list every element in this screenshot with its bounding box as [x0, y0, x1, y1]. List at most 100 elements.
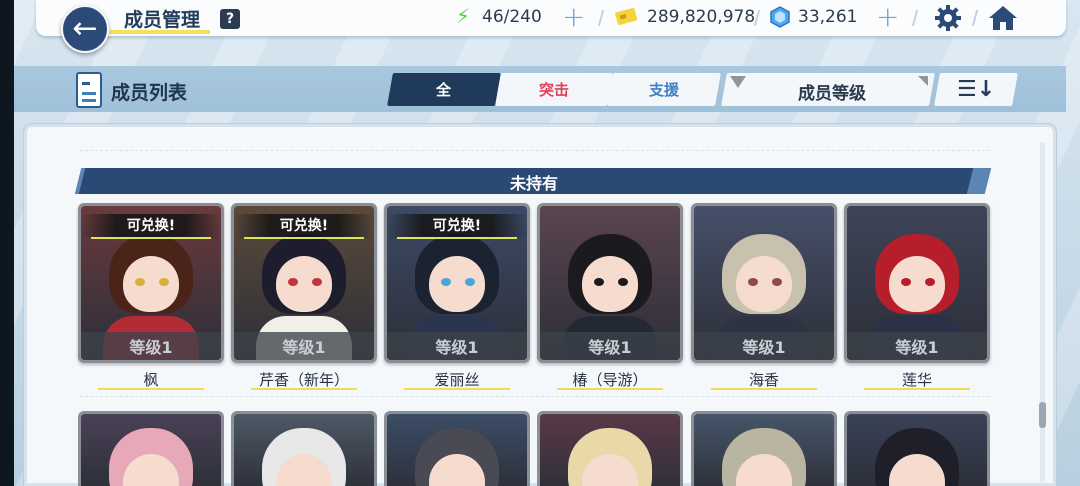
portrait-face — [736, 256, 792, 312]
portrait-eye — [901, 278, 911, 286]
student-level: 等级1 — [234, 332, 374, 360]
student-portrait-frame: 等级1 — [694, 206, 834, 360]
divider — [80, 396, 990, 397]
student-name: 爱丽丝 — [434, 371, 480, 389]
student-portrait-frame: 可兑换! 等级1 — [234, 206, 374, 360]
student-portrait-frame — [81, 414, 221, 486]
home-icon[interactable] — [988, 4, 1018, 38]
name-underline — [404, 388, 510, 390]
student-card[interactable]: 等级1 — [844, 203, 990, 363]
student-level: 等级1 — [81, 332, 221, 360]
student-portrait-frame — [234, 414, 374, 486]
student-card[interactable]: 等级1 — [691, 203, 837, 363]
student-card[interactable] — [384, 411, 530, 486]
exchangeable-badge: 可兑换! — [234, 214, 374, 238]
student-portrait — [694, 414, 834, 486]
name-underline — [711, 388, 817, 390]
list-title: 成员列表 — [111, 82, 188, 104]
student-card[interactable]: 可兑换! 等级1 — [78, 203, 224, 363]
student-name: 芹香（新年） — [258, 371, 349, 389]
student-portrait-frame — [694, 414, 834, 486]
student-name: 莲华 — [901, 371, 932, 389]
name-underline — [98, 388, 204, 390]
student-portrait-frame — [540, 414, 680, 486]
student-portrait — [234, 414, 374, 486]
tab-special[interactable]: 支援 — [607, 73, 721, 106]
portrait-eye — [594, 278, 604, 286]
page-title: 成员管理 — [124, 9, 201, 31]
member-list-icon — [76, 72, 102, 108]
arrow-left-icon: ← — [72, 11, 98, 46]
badge-underline — [244, 237, 364, 239]
student-portrait-frame: 等级1 — [847, 206, 987, 360]
portrait-eye — [465, 278, 475, 286]
stamina-value: 46/240 — [482, 7, 542, 27]
student-level: 等级1 — [387, 332, 527, 360]
exchangeable-badge: 可兑换! — [81, 214, 221, 238]
student-card[interactable] — [78, 411, 224, 486]
portrait-eye — [618, 278, 628, 286]
student-name: 椿（导游） — [572, 371, 648, 389]
section-label: 未持有 — [509, 174, 558, 193]
gear-icon[interactable] — [934, 4, 962, 38]
badge-underline — [397, 237, 517, 239]
portrait-face — [582, 256, 638, 312]
credit-icon — [614, 6, 638, 29]
student-card[interactable]: 可兑换! 等级1 — [384, 203, 530, 363]
scrollbar[interactable] — [1040, 142, 1045, 482]
portrait-face — [276, 256, 332, 312]
tab-striker[interactable]: 突击 — [495, 73, 613, 106]
screen-edge — [0, 0, 14, 486]
gem-icon — [770, 6, 790, 31]
name-underline — [251, 388, 357, 390]
badge-underline — [91, 237, 211, 239]
portrait-eye — [441, 278, 451, 286]
student-name: 海香 — [748, 371, 779, 389]
portrait-face — [123, 256, 179, 312]
portrait-eye — [748, 278, 758, 286]
student-portrait — [81, 414, 221, 486]
student-portrait-frame: 可兑换! 等级1 — [387, 206, 527, 360]
student-portrait-frame: 等级1 — [540, 206, 680, 360]
sort-order-button[interactable]: ☰↓ — [934, 73, 1018, 106]
tab-all[interactable]: 全 — [387, 73, 501, 106]
student-portrait — [540, 414, 680, 486]
student-name: 枫 — [143, 371, 159, 389]
student-level: 等级1 — [694, 332, 834, 360]
portrait-face — [429, 256, 485, 312]
lightning-icon: ⚡ — [456, 4, 471, 28]
divider — [80, 150, 990, 151]
portrait-eye — [159, 278, 169, 286]
add-gems-button[interactable]: + — [876, 2, 899, 32]
add-stamina-button[interactable]: + — [562, 2, 585, 32]
student-portrait — [847, 414, 987, 486]
sort-order-icon: ☰↓ — [956, 77, 996, 102]
portrait-face — [889, 256, 945, 312]
student-portrait — [387, 414, 527, 486]
sort-label[interactable]: 成员等级 — [724, 79, 940, 104]
student-level: 等级1 — [847, 332, 987, 360]
student-level: 等级1 — [540, 332, 680, 360]
portrait-eye — [288, 278, 298, 286]
student-card[interactable]: 可兑换! 等级1 — [231, 203, 377, 363]
portrait-eye — [135, 278, 145, 286]
student-portrait-frame — [847, 414, 987, 486]
credits-value: 289,820,978 — [647, 7, 756, 27]
student-card[interactable] — [691, 411, 837, 486]
portrait-eye — [772, 278, 782, 286]
help-button[interactable]: ? — [220, 9, 240, 29]
student-card[interactable] — [844, 411, 990, 486]
student-portrait-frame: 可兑换! 等级1 — [81, 206, 221, 360]
student-card[interactable] — [231, 411, 377, 486]
exchangeable-badge: 可兑换! — [387, 214, 527, 238]
student-card[interactable] — [537, 411, 683, 486]
student-portrait-frame — [387, 414, 527, 486]
portrait-eye — [925, 278, 935, 286]
name-underline — [864, 388, 970, 390]
back-button[interactable]: ← — [61, 5, 109, 53]
name-underline — [557, 388, 663, 390]
gems-value: 33,261 — [798, 7, 858, 27]
student-card[interactable]: 等级1 — [537, 203, 683, 363]
scrollbar-thumb[interactable] — [1039, 402, 1046, 428]
portrait-eye — [312, 278, 322, 286]
